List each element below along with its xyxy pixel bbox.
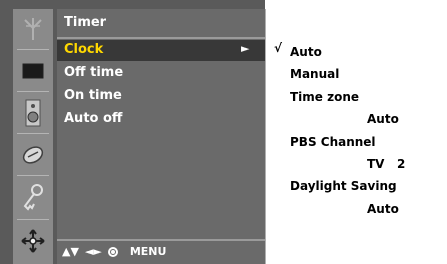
menu-label: MENU <box>129 245 167 258</box>
icon-divider <box>17 91 49 92</box>
option-manual[interactable]: Manual <box>290 67 339 81</box>
menu-item-auto-off[interactable]: Auto off <box>57 109 265 130</box>
key-icon[interactable] <box>13 177 53 217</box>
timer-menu-panel: Timer Clock ► Off time On time Auto off … <box>57 9 265 264</box>
icon-divider <box>17 175 49 176</box>
menu-item-label: Clock <box>64 42 104 57</box>
option-auto[interactable]: Auto <box>290 45 322 59</box>
speaker-icon[interactable] <box>13 93 53 133</box>
menu-item-label: On time <box>64 88 122 103</box>
navigation-hint-bar: ▲▼ ◄► MENU <box>62 245 166 258</box>
pbs-channel-value: TV 2 <box>367 157 406 171</box>
icon-divider <box>17 49 49 50</box>
menu-item-label: Off time <box>64 65 124 80</box>
time-zone-label[interactable]: Time zone <box>290 90 359 104</box>
menu-item-label: Auto off <box>64 111 123 126</box>
icon-divider <box>17 133 49 134</box>
clock-icon[interactable] <box>13 135 53 175</box>
submenu-arrow-icon: ► <box>241 42 250 55</box>
menu-item-clock[interactable]: Clock ► <box>57 40 265 61</box>
menu-item-off-time[interactable]: Off time <box>57 63 265 84</box>
checkmark-icon: √ <box>274 41 283 55</box>
menu-title: Timer <box>64 15 107 30</box>
menu-item-on-time[interactable]: On time <box>57 86 265 107</box>
daylight-saving-label[interactable]: Daylight Saving <box>290 179 397 193</box>
pbs-channel-label[interactable]: PBS Channel <box>290 135 376 149</box>
setup-icon[interactable] <box>13 221 53 261</box>
title-divider <box>57 37 265 39</box>
up-down-arrows-icon: ▲▼ <box>62 245 79 258</box>
icon-divider <box>17 219 49 220</box>
daylight-saving-value: Auto <box>367 202 399 216</box>
screen-icon[interactable] <box>13 51 53 91</box>
clock-submenu-panel: √ Auto Manual Time zone Auto PBS Channel… <box>265 9 440 264</box>
antenna-icon[interactable] <box>13 9 53 49</box>
time-zone-value: Auto <box>367 112 399 126</box>
left-right-arrows-icon: ◄► <box>84 245 102 258</box>
nav-divider <box>57 239 265 241</box>
icon-column <box>13 9 53 264</box>
ok-button-icon <box>107 246 118 257</box>
